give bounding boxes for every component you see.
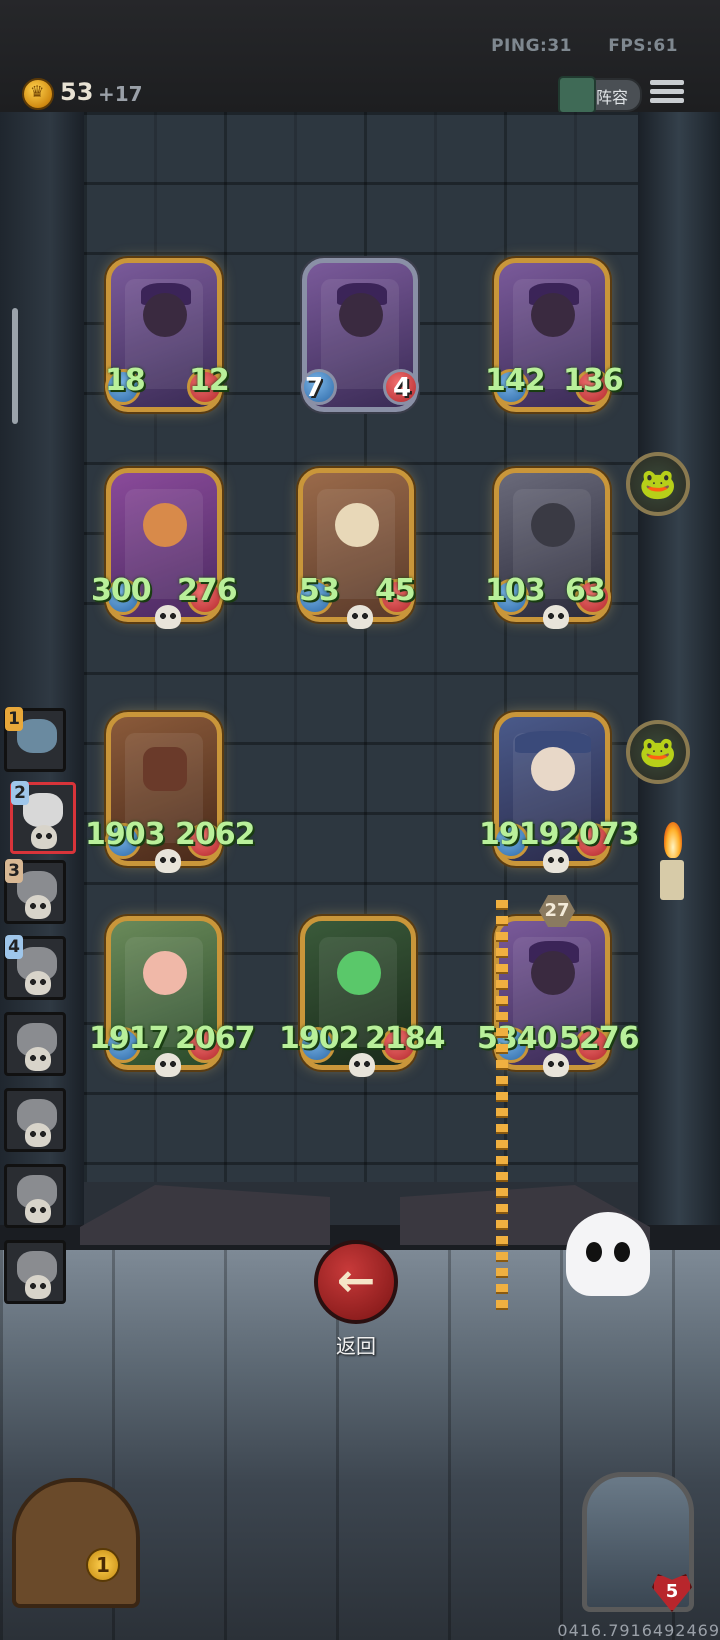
skull-icon [349,1053,375,1077]
right-pillar [638,112,720,1312]
skull-icon [25,1199,51,1223]
health-value: 45 [375,573,416,608]
skull-icon [25,1047,51,1071]
attack-value: 300 [91,573,152,608]
arrow-left-icon: ← [336,1253,376,1307]
skull-icon [155,849,181,873]
attack-value: 142 [485,363,546,398]
skull-icon [543,605,569,629]
attack-value: 18 [105,363,146,398]
attack-value: 1919 [479,817,559,852]
skull-icon [347,605,373,629]
skull-icon [25,971,51,995]
book-icon [558,76,596,114]
opponent-slot-selected[interactable]: 2 [10,781,76,854]
back-label: 返回 [336,1334,376,1358]
health-value: 2067 [175,1021,255,1056]
skull-icon [25,895,51,919]
opponent-slot[interactable] [4,1164,66,1228]
gold-coin-icon [22,78,54,110]
health-value: 2073 [559,817,639,852]
tavern-door[interactable] [12,1478,140,1608]
skull-icon [543,1053,569,1077]
frog-ability-button[interactable]: 🐸 [626,452,690,516]
health-value: 63 [565,573,606,608]
attack-value: 1903 [85,817,165,852]
attack-value: 1902 [279,1021,359,1056]
minion-card[interactable]: 53 45 [297,468,416,629]
minion-card[interactable]: 1902 2184 [279,916,445,1077]
tavern-count: 1 [86,1548,120,1582]
minion-card[interactable]: 18 12 [105,258,230,412]
opponent-slot[interactable]: 4 [4,935,66,1000]
bat-wing-left [80,1185,330,1245]
back-button[interactable]: ← [314,1240,398,1324]
fps-readout: FPS:61 [608,36,678,56]
opponent-slot[interactable] [4,1088,66,1152]
gold-income: +17 [98,82,143,106]
health-value: 4 [393,373,411,403]
minion-card[interactable]: 1919 2073 [479,712,639,873]
lineup-button[interactable]: 阵容 [558,76,642,114]
attack-value: 7 [305,373,323,403]
ghost-mascot[interactable] [566,1212,650,1296]
skull-icon [155,1053,181,1077]
rank-badge: 3 [5,859,23,883]
opponent-slot[interactable]: 3 [4,859,66,924]
minion-card[interactable]: 103 63 [485,468,611,629]
minion-card[interactable]: 7 4 [301,258,419,412]
gold-amount: 53 [60,78,94,106]
health-value: 276 [177,573,238,608]
menu-button[interactable] [650,76,684,106]
top-bar: PING:31 FPS:61 53 +17 阵容 [0,0,720,115]
rank-badge: 2 [11,781,29,805]
skull-icon [31,825,57,849]
skull-icon [155,605,181,629]
gold-chain [496,900,508,1310]
health-value: 2062 [175,817,255,852]
opponent-slot[interactable]: 1 [4,707,66,772]
skull-icon [25,1123,51,1147]
list-scrollbar[interactable] [12,308,18,424]
attack-value: 1917 [89,1021,169,1056]
opponent-slot[interactable] [4,1012,66,1076]
minion-card[interactable]: 27 5340 5276 [477,895,639,1077]
attack-value: 53 [299,573,340,608]
attack-value: 5340 [477,1021,557,1056]
skull-icon [543,849,569,873]
rank-badge: 1 [5,707,23,731]
frog-ability-button[interactable]: 🐸 [626,720,690,784]
health-value: 136 [563,363,624,398]
candle [660,860,684,900]
health-value: 5276 [559,1021,639,1056]
flame-icon [664,822,682,858]
ping-readout: PING:31 [491,36,572,56]
minion-card[interactable]: 142 136 [485,258,624,412]
minion-card[interactable]: 300 276 [91,468,238,629]
opponent-slot[interactable] [4,1240,66,1304]
coordinate-readout: 0416.7916492469 [557,1621,720,1640]
health-value: 12 [189,363,230,398]
minion-card[interactable]: 1903 2062 [85,712,255,873]
skull-icon [25,1275,51,1299]
rank-badge: 4 [5,935,23,959]
minion-card[interactable]: 1917 2067 [89,916,255,1077]
lineup-label: 阵容 [596,88,629,107]
attack-value: 103 [485,573,546,608]
health-value: 2184 [365,1021,445,1056]
